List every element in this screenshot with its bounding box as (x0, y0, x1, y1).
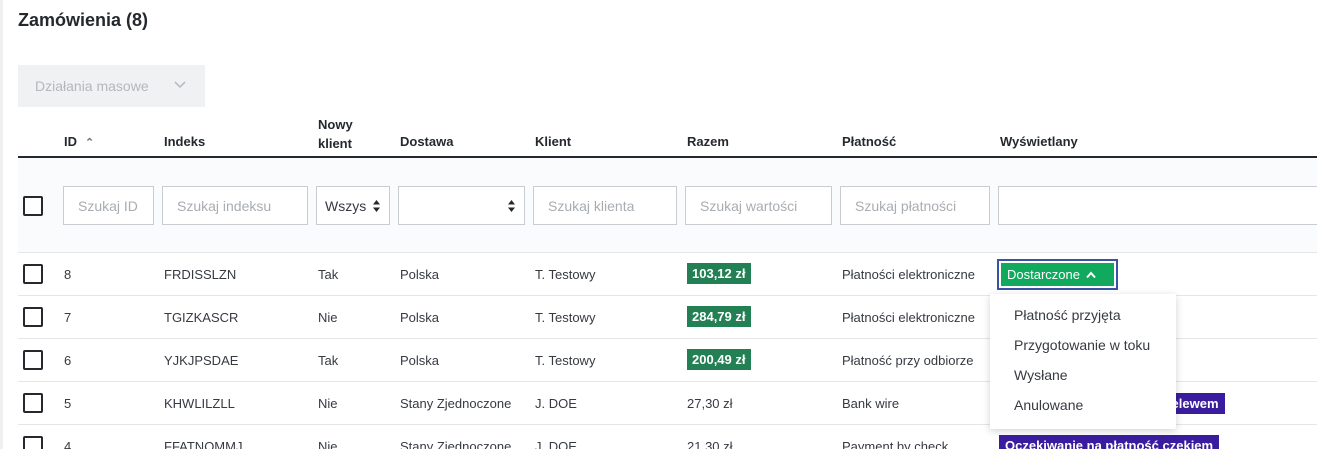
row-checkbox[interactable] (23, 350, 43, 370)
delivery-country: Stany Zjednoczone (400, 439, 512, 449)
column-header-displayed[interactable]: Wyświetlany (1000, 134, 1078, 149)
client-name: T. Testowy (535, 353, 596, 368)
column-header-total[interactable]: Razem (687, 134, 729, 149)
delivery-country: Polska (400, 267, 440, 282)
total-badge: 200,49 zł (687, 349, 751, 370)
order-index: TGIZKASCR (164, 310, 239, 325)
row-checkbox[interactable] (23, 436, 43, 449)
status-dropdown-toggle[interactable]: Dostarczone (997, 259, 1118, 290)
order-id: 4 (64, 439, 72, 449)
delivery-country: Polska (400, 310, 440, 325)
status-badge[interactable]: Oczekiwanie na płatność czekiem (999, 435, 1220, 449)
new-client-value: Nie (318, 439, 338, 449)
column-header-id[interactable]: ID ⌃ (64, 134, 94, 149)
total-badge: 284,79 zł (687, 306, 751, 327)
search-index-input[interactable] (162, 186, 308, 225)
new-client-select[interactable]: Wszys (316, 186, 390, 225)
order-index: FFATNOMMJ (164, 439, 243, 449)
status-option-shipped[interactable]: Wysłane (990, 364, 1176, 394)
client-name: J. DOE (535, 439, 577, 449)
left-border (0, 0, 3, 449)
search-payment-input[interactable] (840, 186, 990, 225)
order-id: 7 (64, 310, 72, 325)
column-header-index[interactable]: Indeks (164, 134, 205, 149)
payment-method: Bank wire (842, 396, 900, 411)
select-all-checkbox[interactable] (23, 196, 43, 216)
row-checkbox[interactable] (23, 307, 43, 327)
order-id: 5 (64, 396, 72, 411)
column-header-client[interactable]: Klient (535, 134, 571, 149)
new-client-value: Nie (318, 310, 338, 325)
bulk-actions-button[interactable]: Działania masowe (18, 65, 205, 107)
client-name: J. DOE (535, 396, 577, 411)
chevron-up-icon (1086, 270, 1096, 278)
payment-method: Płatności elektroniczne (842, 310, 975, 325)
payment-method: Payment by check (842, 439, 949, 449)
column-header-payment[interactable]: Płatność (842, 134, 896, 149)
search-id-input[interactable] (63, 186, 154, 225)
status-option-cancelled[interactable]: Anulowane (990, 394, 1176, 424)
new-client-select-value: Wszys (325, 197, 367, 214)
column-header-new-client[interactable]: Nowy klient (318, 115, 353, 153)
status-filter-input[interactable] (998, 186, 1317, 225)
client-name: T. Testowy (535, 310, 596, 325)
column-header-delivery[interactable]: Dostawa (400, 134, 453, 149)
search-total-input[interactable] (685, 186, 832, 225)
new-client-value: Tak (318, 267, 339, 282)
row-checkbox[interactable] (23, 393, 43, 413)
payment-method: Płatności elektroniczne (842, 267, 975, 282)
page-title: Zamówienia (8) (18, 10, 149, 30)
order-index: KHWLILZLL (164, 396, 235, 411)
total-badge: 103,12 zł (687, 263, 751, 284)
select-arrows-icon (373, 200, 380, 212)
search-client-input[interactable] (533, 186, 677, 225)
total-value: 27,30 zł (687, 396, 733, 411)
status-badge[interactable]: Dostarczone (1001, 263, 1114, 286)
order-index: FRDISSLZN (164, 267, 237, 282)
select-arrows-icon (508, 200, 515, 212)
row-checkbox[interactable] (23, 264, 43, 284)
status-dropdown-menu: Płatność przyjęta Przygotowanie w toku W… (990, 294, 1176, 429)
delivery-select[interactable] (398, 186, 525, 225)
new-client-value: Tak (318, 353, 339, 368)
payment-method: Płatność przy odbiorze (842, 353, 974, 368)
total-value: 21,30 zł (687, 439, 733, 449)
status-option-payment-accepted[interactable]: Płatność przyjęta (990, 304, 1176, 334)
delivery-country: Stany Zjednoczone (400, 396, 512, 411)
delivery-country: Polska (400, 353, 440, 368)
status-option-in-preparation[interactable]: Przygotowanie w toku (990, 334, 1176, 364)
order-index: YJKJPSDAE (164, 353, 239, 368)
new-client-value: Nie (318, 396, 338, 411)
order-id: 6 (64, 353, 72, 368)
bulk-actions-label: Działania masowe (35, 78, 149, 94)
order-id: 8 (64, 267, 72, 282)
status-label: Dostarczone (1007, 267, 1080, 282)
client-name: T. Testowy (535, 267, 596, 282)
sort-ascending-icon[interactable]: ⌃ (85, 136, 94, 149)
chevron-down-icon (174, 81, 186, 89)
